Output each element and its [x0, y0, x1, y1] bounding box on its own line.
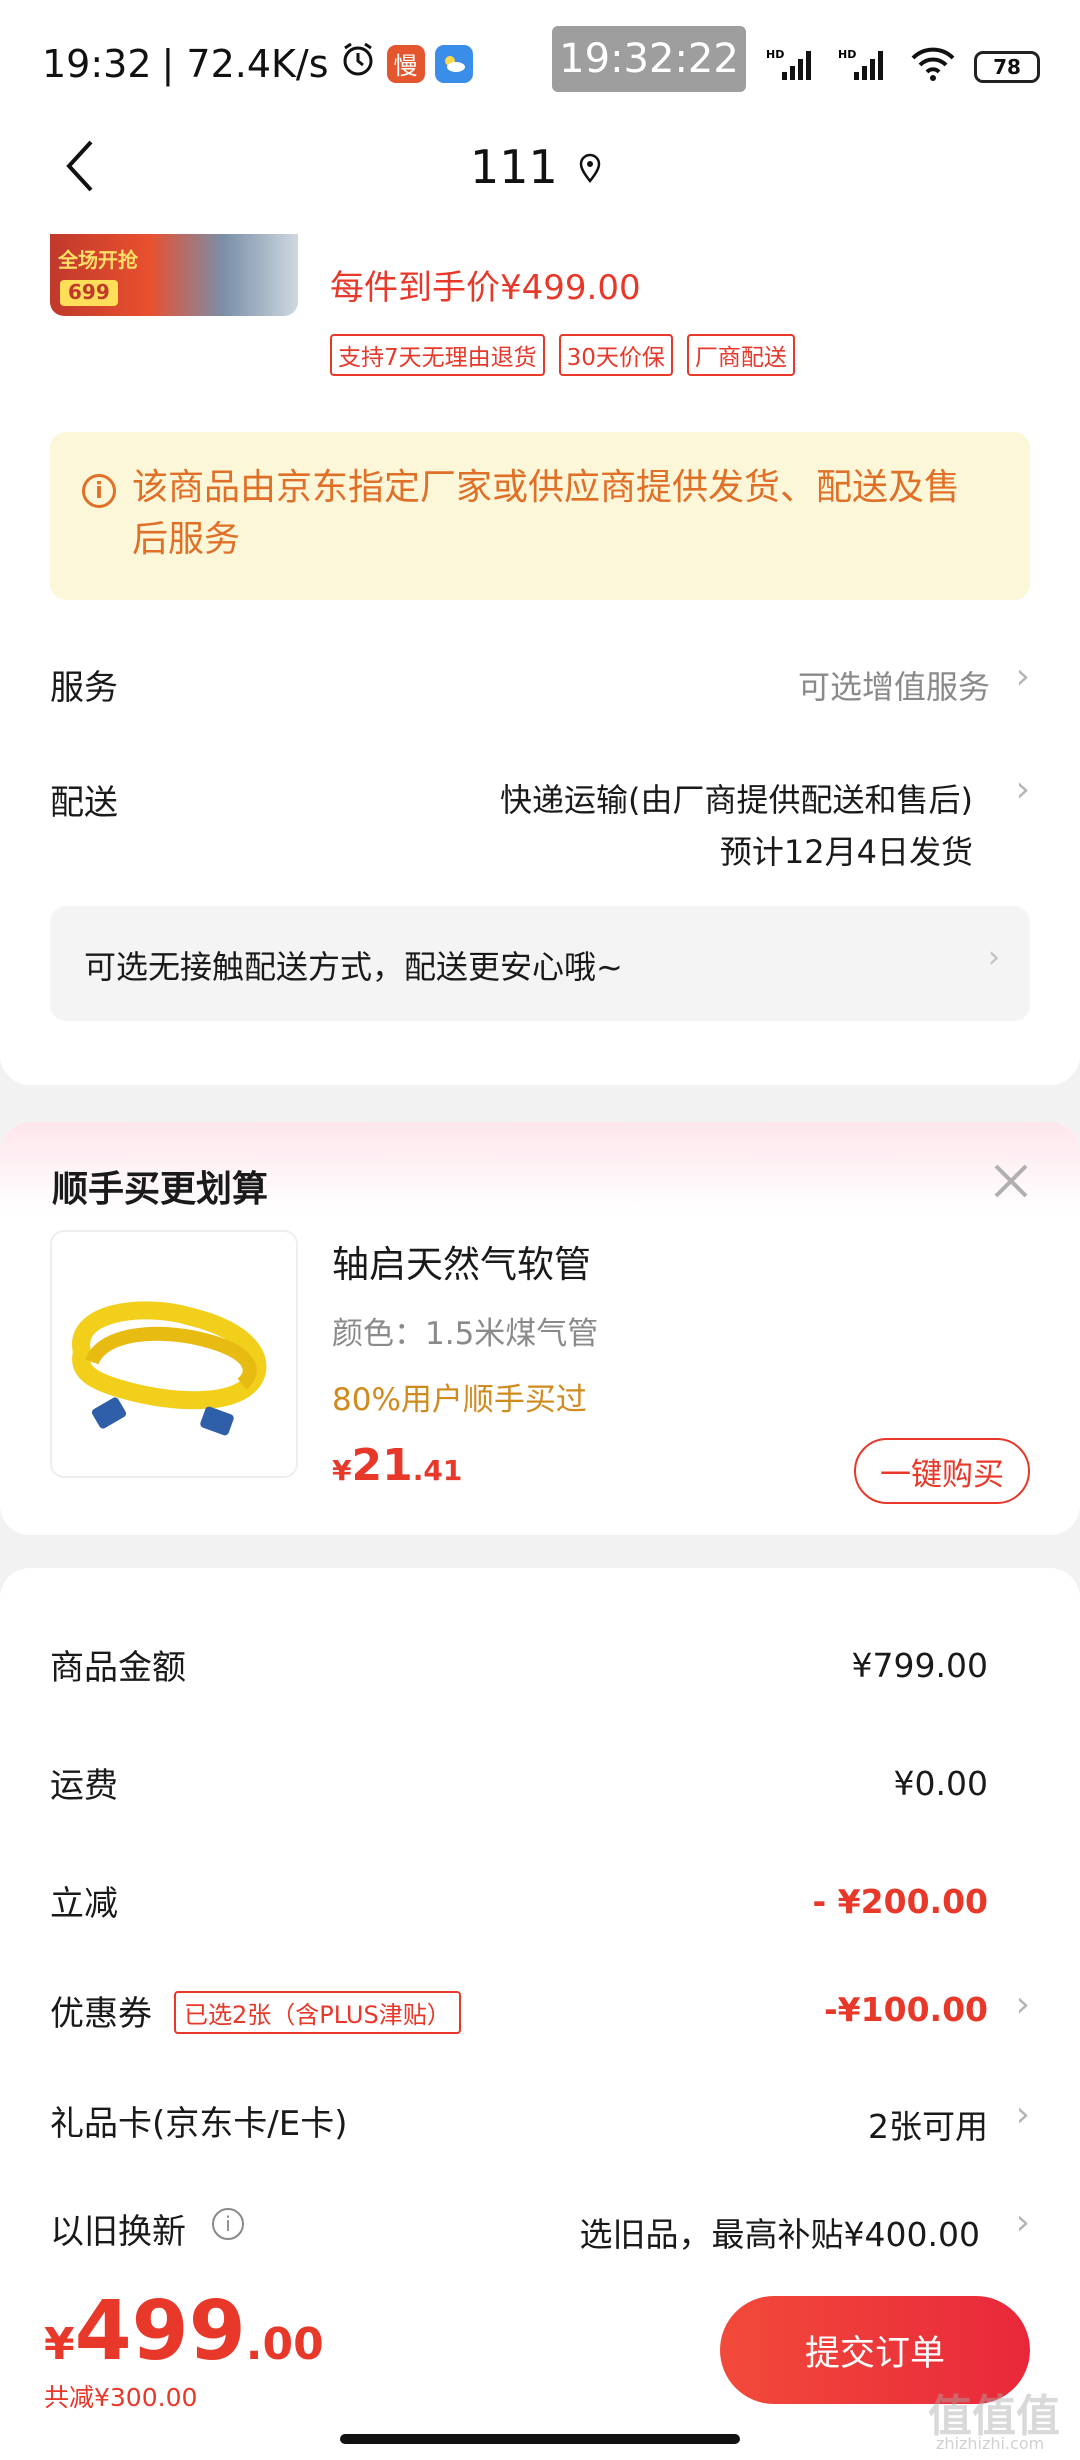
signal-icon-2: HD: [838, 46, 892, 88]
delivery-method[interactable]: 快递运输(由厂商提供配送和售后): [500, 775, 973, 821]
total-price: ¥499.00: [44, 2284, 324, 2379]
chevron-right-icon[interactable]: ›: [1016, 2094, 1030, 2135]
giftcard-value[interactable]: 2张可用: [868, 2100, 988, 2148]
currency-symbol: ¥: [332, 1454, 352, 1487]
total-saved: 共减¥300.00: [44, 2383, 198, 2412]
status-net-speed: | 72.4K/s: [161, 41, 329, 86]
chevron-left-icon: [66, 140, 93, 192]
chevron-right-icon[interactable]: ›: [1016, 1984, 1030, 2025]
coupon-label: 优惠券: [50, 1994, 152, 2034]
alarm-icon: [339, 40, 377, 87]
goods-amount-label: 商品金额: [50, 1648, 186, 1688]
app-notification-icon: 慢: [386, 44, 425, 83]
chevron-right-icon[interactable]: ›: [1016, 656, 1030, 697]
total-int: 499: [74, 2284, 246, 2379]
wifi-icon: [910, 46, 956, 88]
chevron-right-icon: ›: [988, 940, 1000, 975]
giftcard-label: 礼品卡(京东卡/E卡): [50, 2104, 348, 2144]
tradein-label: 以旧换新: [50, 2212, 186, 2252]
product-thumbnail[interactable]: 全场开抢 699: [50, 234, 298, 316]
weather-app-icon: [434, 44, 473, 83]
bundle-product-name[interactable]: 轴启天然气软管: [332, 1234, 591, 1288]
service-tags: 支持7天无理由退货 30天价保 厂商配送: [330, 334, 795, 376]
goods-amount-value: ¥799.00: [851, 1646, 988, 1685]
tag-vendor-delivery: 厂商配送: [686, 334, 795, 376]
page-title: 111: [470, 140, 558, 194]
thumb-price: 699: [60, 280, 118, 306]
chevron-right-icon[interactable]: ›: [1016, 769, 1030, 810]
delivery-eta: 预计12月4日发货: [719, 833, 973, 871]
chevron-right-icon[interactable]: ›: [1016, 2202, 1030, 2243]
coupon-selected-tag: 已选2张（含PLUS津贴）: [174, 1991, 461, 2034]
bundle-title: 顺手买更划算: [52, 1169, 269, 1210]
delivery-label: 配送: [50, 783, 118, 823]
shipping-value: ¥0.00: [893, 1764, 988, 1803]
tag-return: 支持7天无理由退货: [330, 334, 545, 376]
currency-symbol: ¥: [44, 2319, 75, 2370]
svg-text:HD: HD: [766, 48, 784, 61]
service-value[interactable]: 可选增值服务: [798, 662, 990, 708]
location-pin-icon: [578, 140, 602, 194]
bundle-price: ¥21.41: [332, 1440, 462, 1491]
status-left: 19:32 | 72.4K/s 慢: [42, 40, 473, 87]
clock-overlay: 19:32:22: [552, 26, 746, 92]
shipping-label: 运费: [50, 1766, 118, 1806]
bundle-product-spec: 颜色：1.5米煤气管: [332, 1316, 599, 1352]
discount-label: 立减: [50, 1884, 118, 1924]
signal-icon: HD: [766, 46, 820, 88]
tag-price-protect: 30天价保: [558, 334, 673, 376]
coupon-value[interactable]: -¥100.00: [824, 1990, 988, 2029]
price-dec: .41: [412, 1454, 463, 1487]
thumb-text: 全场开抢: [58, 248, 138, 272]
tradein-value[interactable]: 选旧品，最高补贴¥400.00: [580, 2208, 980, 2256]
info-icon: i: [82, 474, 116, 508]
watermark-url: zhizhizhi.com: [936, 2434, 1045, 2453]
home-indicator[interactable]: [340, 2434, 740, 2444]
svg-text:HD: HD: [838, 48, 856, 61]
battery-icon: 78: [974, 51, 1040, 83]
close-icon[interactable]: [988, 1158, 1034, 1204]
service-label: 服务: [50, 668, 118, 708]
status-right: HD HD 78: [766, 46, 1040, 88]
bundle-popularity: 80%用户顺手买过: [332, 1382, 587, 1418]
status-time: 19:32: [42, 41, 152, 86]
discount-value: - ¥200.00: [812, 1882, 989, 1921]
vendor-notice-text: 该商品由京东指定厂家或供应商提供发货、配送及售后服务: [132, 467, 961, 560]
total-dec: .00: [245, 2319, 324, 2370]
contactless-text: 可选无接触配送方式，配送更安心哦~: [84, 948, 623, 986]
gas-hose-image: [72, 1301, 267, 1436]
bundle-product-image[interactable]: [50, 1230, 298, 1478]
page-title-area[interactable]: 111: [470, 140, 602, 194]
unit-price: 每件到手价¥499.00: [330, 268, 641, 308]
price-int: 21: [351, 1440, 413, 1491]
one-click-buy-button[interactable]: 一键购买: [854, 1438, 1030, 1504]
back-button[interactable]: [50, 136, 110, 196]
info-icon[interactable]: i: [212, 2208, 244, 2240]
